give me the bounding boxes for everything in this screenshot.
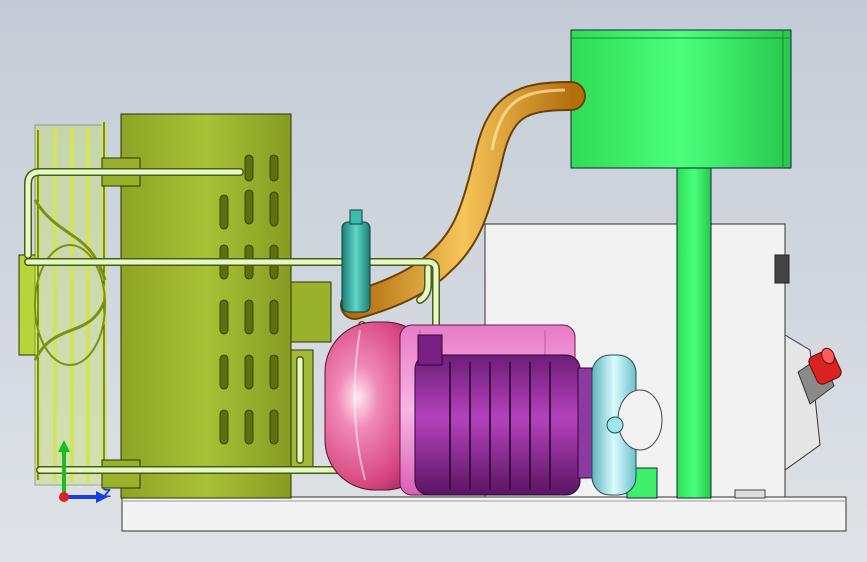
triad-z-label: Z — [103, 487, 111, 500]
triad-x-axis — [59, 492, 69, 502]
evaporator-box[interactable] — [570, 29, 792, 169]
receiver-drier[interactable] — [341, 209, 371, 313]
base-plate[interactable] — [121, 496, 847, 532]
compressor[interactable] — [414, 334, 581, 496]
cad-viewport[interactable] — [0, 0, 867, 562]
